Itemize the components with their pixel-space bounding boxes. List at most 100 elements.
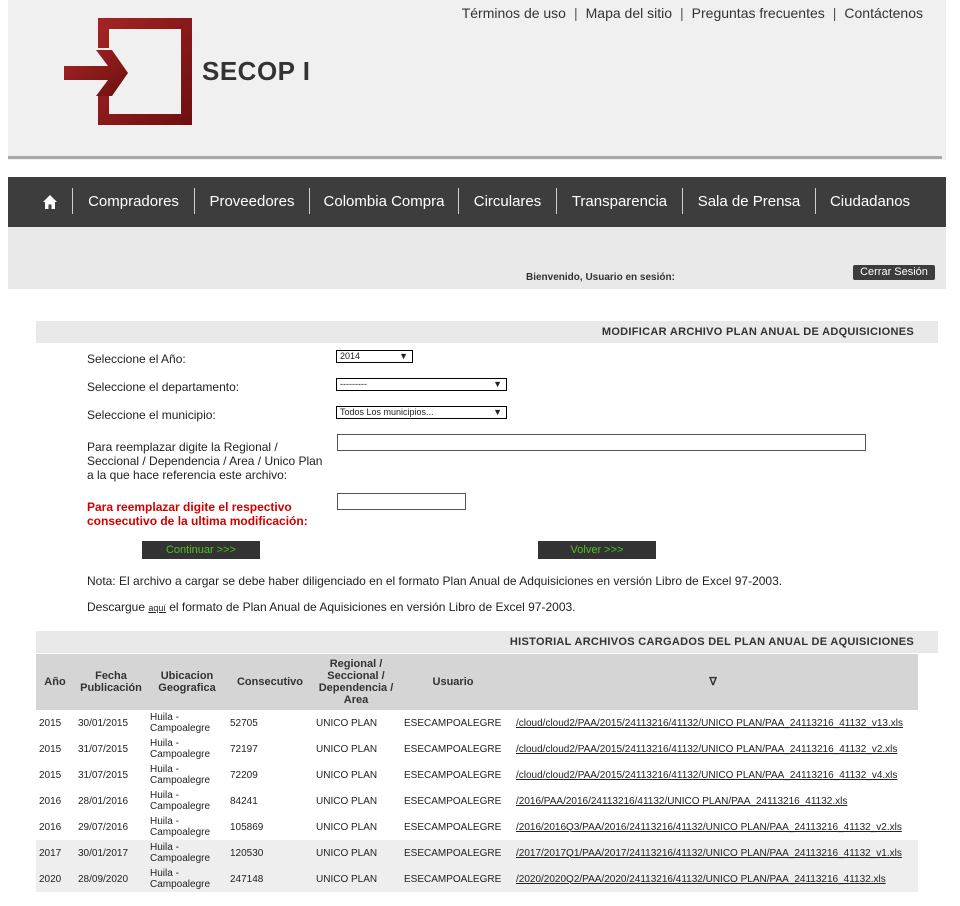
cell-usuario: ESECAMPOALEGRE	[398, 840, 508, 866]
nav-circulares[interactable]: Circulares	[459, 177, 556, 227]
cell-consecutivo: 247148	[226, 866, 314, 892]
cell-regional: UNICO PLAN	[316, 795, 378, 807]
nav-sala-prensa[interactable]: Sala de Prensa	[683, 177, 815, 227]
cell-ubicacion: Huila - Campoalegre	[150, 738, 211, 760]
separator: |	[573, 5, 578, 21]
nav-proveedores[interactable]: Proveedores	[195, 177, 309, 227]
download-suffix: el formato de Plan Anual de Aquisiciones…	[165, 600, 576, 614]
table-row: 2020 28/09/2020 Huila - Campoalegre 2471…	[36, 866, 918, 892]
history-header-row: Año Fecha Publicación Ubicacion Geografi…	[36, 654, 918, 710]
brand-title: SECOP I	[202, 56, 311, 86]
cell-ano: 2016	[39, 821, 62, 833]
cell-usuario: ESECAMPOALEGRE	[404, 821, 502, 833]
cell-consecutivo: 52705	[230, 717, 258, 729]
cell-ano: 2015	[39, 743, 62, 755]
cell-ano: 2015	[39, 717, 62, 729]
chevron-down-icon: ▼	[493, 379, 502, 389]
year-select[interactable]: 2014 ▼	[336, 350, 413, 363]
cell-fecha: 28/01/2016	[78, 795, 129, 807]
cell-usuario: ESECAMPOALEGRE	[404, 743, 502, 755]
cell-ano: 2016	[39, 795, 62, 807]
regional-input[interactable]	[337, 434, 866, 451]
cell-fecha: 30/01/2015	[78, 717, 129, 729]
col-header-regional[interactable]: Regional / Seccional / Dependencia / Are…	[314, 654, 398, 710]
nav-compradores[interactable]: Compradores	[73, 177, 194, 227]
department-select[interactable]: --------- ▼	[336, 378, 507, 391]
department-select-value: ---------	[340, 379, 367, 389]
cell-usuario: ESECAMPOALEGRE	[398, 866, 508, 892]
cell-fecha: 31/07/2015	[78, 743, 129, 755]
nav-transparencia[interactable]: Transparencia	[557, 177, 682, 227]
format-note: Nota: El archivo a cargar se debe haber …	[87, 574, 783, 588]
nav-ciudadanos[interactable]: Ciudadanos	[816, 177, 924, 227]
cell-consecutivo: 72197	[230, 743, 258, 755]
cell-usuario: ESECAMPOALEGRE	[404, 795, 502, 807]
table-row: 2017 30/01/2017 Huila - Campoalegre 1205…	[36, 840, 918, 866]
cell-file-link[interactable]: /cloud/cloud2/PAA/2015/24113216/41132/UN…	[508, 762, 918, 788]
year-label: Seleccione el Año:	[87, 352, 186, 366]
back-button[interactable]: Volver >>>	[538, 541, 656, 559]
cell-ubicacion: Huila - Campoalegre	[148, 866, 226, 892]
table-row: 2016 29/07/2016 Huila - Campoalegre 1058…	[36, 814, 918, 840]
col-header-usuario[interactable]: Usuario	[398, 654, 508, 710]
table-row: 2015 31/07/2015 Huila - Campoalegre 7220…	[36, 762, 918, 788]
cell-file-link[interactable]: /2016/PAA/2016/24113216/41132/UNICO PLAN…	[508, 788, 918, 814]
home-icon[interactable]	[38, 177, 62, 227]
cell-consecutivo: 105869	[230, 821, 264, 833]
col-header-consecutivo[interactable]: Consecutivo	[226, 654, 314, 710]
header-divider	[8, 156, 942, 159]
cell-ano: 2017	[36, 840, 74, 866]
main-nav: Compradores Proveedores Colombia Compra …	[8, 177, 946, 227]
separator: |	[832, 5, 837, 21]
link-terminos[interactable]: Términos de uso	[462, 5, 566, 21]
separator: |	[680, 5, 684, 21]
cell-usuario: ESECAMPOALEGRE	[404, 717, 502, 729]
consecutivo-label: Para reemplazar digite el respectivo con…	[87, 500, 308, 528]
form-section-title: MODIFICAR ARCHIVO PLAN ANUAL DE ADQUISIC…	[36, 321, 938, 343]
cell-usuario: ESECAMPOALEGRE	[404, 769, 502, 781]
col-header-ubicacion[interactable]: Ubicacion Geografica	[148, 654, 226, 710]
link-contactenos[interactable]: Contáctenos	[844, 5, 923, 21]
cell-regional: UNICO PLAN	[316, 821, 378, 833]
chevron-down-icon: ▼	[493, 407, 502, 417]
continue-button[interactable]: Continuar >>>	[142, 541, 260, 559]
regional-label: Para reemplazar digite la Regional / Sec…	[87, 440, 323, 482]
col-header-ano[interactable]: Año	[36, 654, 74, 710]
cell-consecutivo: 84241	[230, 795, 258, 807]
cell-ano: 2020	[36, 866, 74, 892]
top-links: Términos de uso | Mapa del sitio | Preguntas…	[462, 5, 923, 21]
department-label: Seleccione el departamento:	[87, 380, 240, 394]
secop-logo-icon[interactable]	[60, 15, 200, 127]
download-prefix: Descargue	[87, 600, 149, 614]
col-header-archivo-sort[interactable]: ∇	[508, 654, 918, 710]
nav-colombia-compra[interactable]: Colombia Compra	[310, 177, 458, 227]
cell-consecutivo: 120530	[226, 840, 314, 866]
consecutivo-input[interactable]	[337, 493, 466, 510]
download-link[interactable]: aquí	[148, 603, 166, 613]
cell-file-link[interactable]: /2020/2020Q2/PAA/2020/24113216/41132/UNI…	[508, 866, 918, 892]
cell-fecha: 28/09/2020	[74, 866, 148, 892]
cell-file-link[interactable]: /2017/2017Q1/PAA/2017/24113216/41132/UNI…	[508, 840, 918, 866]
cell-regional: UNICO PLAN	[314, 866, 398, 892]
col-header-fecha[interactable]: Fecha Publicación	[74, 654, 148, 710]
cell-regional: UNICO PLAN	[316, 717, 378, 729]
cell-file-link[interactable]: /cloud/cloud2/PAA/2015/24113216/41132/UN…	[508, 736, 918, 762]
cell-ubicacion: Huila - Campoalegre	[150, 816, 211, 838]
logout-button[interactable]: Cerrar Sesión	[853, 265, 935, 280]
link-preguntas[interactable]: Preguntas frecuentes	[692, 5, 825, 21]
cell-fecha: 30/01/2017	[74, 840, 148, 866]
municipality-select[interactable]: Todos Los municipios... ▼	[336, 406, 507, 419]
municipality-select-value: Todos Los municipios...	[340, 407, 434, 417]
cell-fecha: 29/07/2016	[78, 821, 129, 833]
cell-ubicacion: Huila - Campoalegre	[150, 790, 211, 812]
cell-file-link[interactable]: /cloud/cloud2/PAA/2015/24113216/41132/UN…	[508, 710, 918, 736]
link-mapa[interactable]: Mapa del sitio	[586, 5, 672, 21]
cell-regional: UNICO PLAN	[316, 743, 378, 755]
cell-file-link[interactable]: /2016/2016Q3/PAA/2016/24113216/41132/UNI…	[508, 814, 918, 840]
cell-consecutivo: 72209	[230, 769, 258, 781]
history-table: Año Fecha Publicación Ubicacion Geografi…	[36, 654, 918, 892]
cell-ubicacion: Huila - Campoalegre	[150, 712, 211, 734]
year-select-value: 2014	[340, 351, 361, 361]
cell-regional: UNICO PLAN	[316, 769, 378, 781]
download-note: Descargue aquí el formato de Plan Anual …	[87, 600, 576, 614]
